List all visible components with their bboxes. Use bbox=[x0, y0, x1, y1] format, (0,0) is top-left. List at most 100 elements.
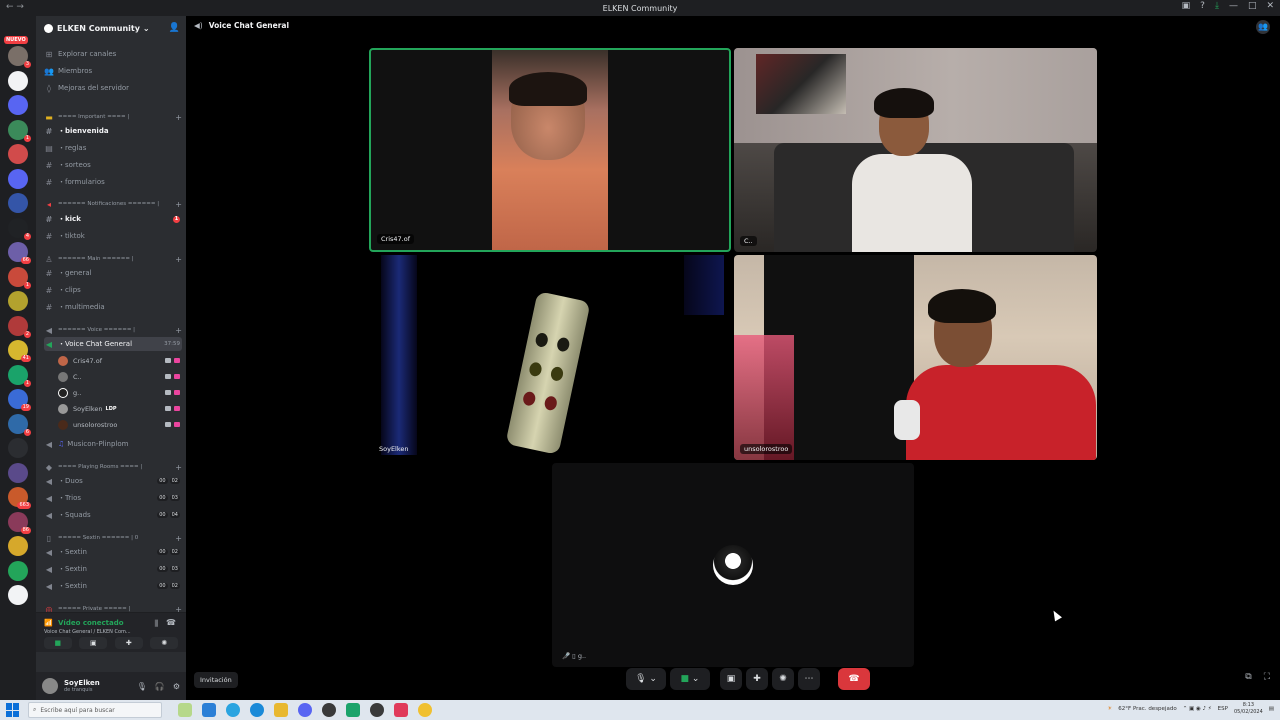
tray-icons[interactable]: ⌃ ▣ ◉ ♪ ⚡ bbox=[1183, 706, 1212, 712]
voice-member[interactable]: C.. bbox=[58, 370, 180, 383]
voice-member[interactable]: g.. bbox=[58, 386, 180, 399]
discord-icon[interactable] bbox=[298, 703, 312, 717]
channel-general[interactable]: # ・general bbox=[44, 266, 182, 280]
user-avatar[interactable] bbox=[42, 678, 58, 694]
channel-voice-chat-general[interactable]: ◀ ・Voice Chat General 37:59 bbox=[44, 337, 182, 351]
microphone-button[interactable]: 🎙 ⌄ bbox=[626, 668, 666, 690]
clock[interactable]: 8:13 05/02/2024 bbox=[1234, 702, 1263, 716]
category-sextin[interactable]: ▯ ===== Sextin ====== | 0 + bbox=[44, 531, 182, 545]
close-button[interactable]: ✕ bbox=[1266, 1, 1274, 11]
microphone-icon[interactable]: 🎙 bbox=[137, 682, 147, 691]
soundboard-button[interactable]: ✺ bbox=[150, 637, 179, 649]
members-item[interactable]: 👥 Miembros bbox=[44, 64, 182, 78]
maximize-button[interactable]: □ bbox=[1248, 1, 1257, 11]
category-voice[interactable]: ◀ ====== Voice ====== | + bbox=[44, 323, 182, 337]
server-icon[interactable]: 19 bbox=[8, 389, 31, 411]
server-icon[interactable] bbox=[8, 560, 28, 581]
obs-icon[interactable] bbox=[322, 703, 336, 717]
server-icon[interactable]: 1 bbox=[8, 119, 31, 142]
channel-squads[interactable]: ◀ ・Squads 00 04 bbox=[44, 508, 182, 522]
minimize-button[interactable]: — bbox=[1229, 1, 1238, 11]
video-tile[interactable]: 🎤̸ ▯ g.. bbox=[552, 463, 914, 667]
voice-channel-link[interactable]: Voice Chat General / ELKEN Com... bbox=[44, 629, 131, 635]
channel-sextin-1[interactable]: ◀ ・Sextin 00 02 bbox=[44, 545, 182, 559]
channel-tiktok[interactable]: # ・tiktok bbox=[44, 229, 182, 243]
server-icon[interactable] bbox=[8, 144, 28, 164]
voice-member[interactable]: unsolorostroo bbox=[58, 418, 180, 431]
app-icon[interactable] bbox=[394, 703, 408, 717]
task-view-icon[interactable] bbox=[202, 703, 216, 717]
notifications-icon[interactable]: ▤ bbox=[1269, 706, 1274, 712]
channel-bienvenida[interactable]: # ・bienvenida bbox=[44, 124, 182, 138]
add-channel-icon[interactable]: + bbox=[175, 113, 182, 122]
widget-icon[interactable] bbox=[178, 703, 192, 717]
video-tile[interactable]: Cris47.of bbox=[369, 48, 731, 252]
add-channel-icon[interactable]: + bbox=[175, 255, 182, 264]
server-icon[interactable]: 1 bbox=[8, 364, 31, 387]
channel-kick[interactable]: # ・kick 1 bbox=[44, 212, 182, 226]
server-icon[interactable] bbox=[8, 168, 28, 189]
server-icon[interactable]: 2 bbox=[8, 315, 31, 338]
invite-button[interactable]: Invitación bbox=[194, 672, 238, 688]
activities-button[interactable]: ✚ bbox=[746, 668, 768, 690]
app-icon[interactable] bbox=[346, 703, 360, 717]
add-channel-icon[interactable]: + bbox=[175, 326, 182, 335]
noise-suppression-icon[interactable]: ⫼ bbox=[154, 619, 158, 629]
channel-clips[interactable]: # ・clips bbox=[44, 283, 182, 297]
screen-share-button[interactable]: ▣ bbox=[79, 637, 108, 649]
video-tile[interactable]: C.. bbox=[734, 48, 1097, 252]
download-icon[interactable]: ⤓ bbox=[1215, 1, 1219, 11]
soundboard-button[interactable]: ✺ bbox=[772, 668, 794, 690]
server-icon[interactable]: 3 bbox=[8, 46, 31, 68]
category-notifications[interactable]: ◂ ====== Notificaciones ====== | + bbox=[44, 197, 182, 211]
server-icon[interactable]: 663 bbox=[8, 487, 31, 509]
settings-icon[interactable]: ⚙ bbox=[173, 682, 180, 691]
hang-up-button[interactable]: ☎ bbox=[838, 668, 870, 690]
edge-icon[interactable] bbox=[226, 703, 240, 717]
activities-button[interactable]: ✚ bbox=[114, 637, 143, 649]
help-icon[interactable]: ? bbox=[1200, 1, 1205, 11]
file-explorer-icon[interactable] bbox=[274, 703, 288, 717]
screen-share-button[interactable]: ▣ bbox=[720, 668, 742, 690]
video-tile[interactable]: unsolorostroo bbox=[734, 255, 1097, 460]
server-icon[interactable] bbox=[8, 536, 28, 556]
user-panel[interactable]: SoyElken de tranquis 🎙 🎧 ⚙ bbox=[36, 672, 186, 700]
language-indicator[interactable]: ESP bbox=[1218, 706, 1228, 712]
fullscreen-icon[interactable]: ⛶ bbox=[1264, 672, 1270, 682]
app-icon[interactable] bbox=[370, 703, 384, 717]
server-icon[interactable] bbox=[8, 70, 28, 91]
server-icon[interactable] bbox=[8, 193, 28, 213]
popout-icon[interactable]: ⧉ bbox=[1245, 672, 1251, 682]
more-options-button[interactable]: ⋯ bbox=[798, 668, 820, 690]
channel-musicon[interactable]: ◀ ♫ Musicon-Plinplom bbox=[44, 437, 182, 451]
server-icon[interactable] bbox=[8, 462, 28, 483]
server-icon[interactable]: 4 bbox=[8, 217, 31, 240]
add-user-icon[interactable]: 👤 bbox=[169, 23, 180, 33]
browser-icon[interactable] bbox=[250, 703, 264, 717]
channel-reglas[interactable]: ▤ ・reglas bbox=[44, 141, 182, 155]
channel-trios[interactable]: ◀ ・Trios 00 03 bbox=[44, 491, 182, 505]
guild-header[interactable]: ELKEN Community ⌄ 👤 bbox=[36, 16, 186, 40]
camera-button[interactable]: ■ bbox=[43, 637, 72, 649]
server-icon[interactable]: 86 bbox=[8, 511, 31, 534]
server-icon[interactable] bbox=[8, 585, 28, 605]
server-icon[interactable] bbox=[8, 291, 28, 311]
server-icon[interactable] bbox=[8, 438, 28, 458]
server-boosts[interactable]: ◊ Mejoras del servidor bbox=[44, 81, 182, 95]
category-important[interactable]: ▬ ==== Important ==== | + bbox=[44, 110, 182, 124]
taskbar-search[interactable]: ⌕ Escribe aquí para buscar bbox=[28, 702, 162, 718]
camera-button[interactable]: ■ ⌄ bbox=[670, 668, 710, 690]
add-channel-icon[interactable]: + bbox=[175, 534, 182, 543]
channel-formularios[interactable]: # ・formularios bbox=[44, 175, 182, 189]
channel-multimedia[interactable]: # ・multimedia bbox=[44, 300, 182, 314]
voice-member[interactable]: Cris47.of bbox=[58, 354, 180, 367]
server-icon[interactable]: 1 bbox=[8, 266, 31, 289]
weather-text[interactable]: 62°F Prac. despejado bbox=[1118, 706, 1176, 712]
server-icon[interactable] bbox=[8, 95, 28, 115]
headphones-icon[interactable]: 🎧 bbox=[155, 682, 165, 691]
chrome-icon[interactable] bbox=[418, 703, 432, 717]
channel-duos[interactable]: ◀ ・Duos 00 02 bbox=[44, 474, 182, 488]
channel-sorteos[interactable]: # ・sorteos bbox=[44, 158, 182, 172]
channel-sextin-3[interactable]: ◀ ・Sextin 00 02 bbox=[44, 579, 182, 593]
video-tile[interactable]: SoyElken bbox=[369, 255, 731, 460]
